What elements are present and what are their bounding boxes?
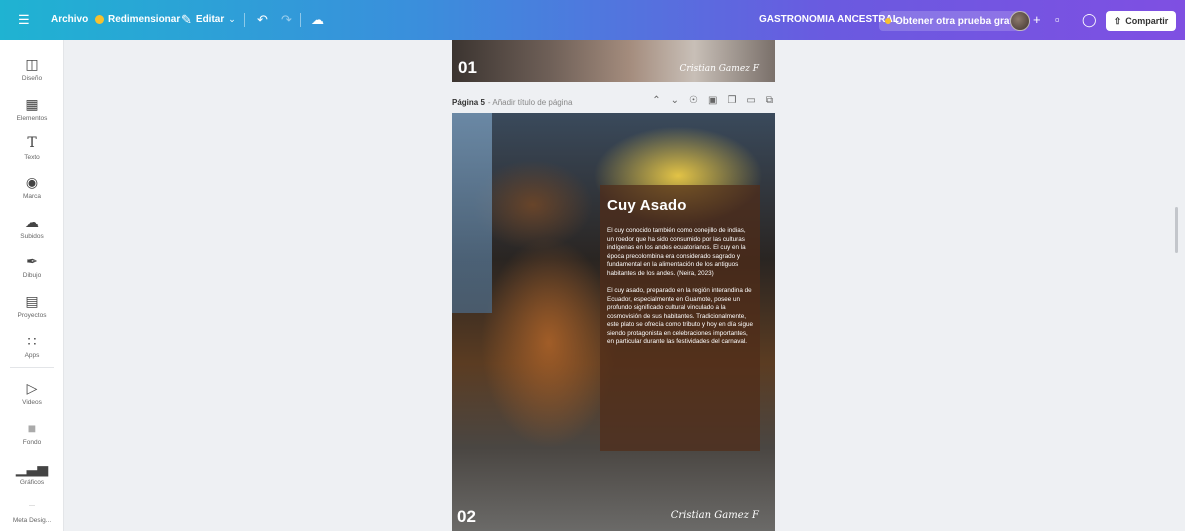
- top-toolbar: ☰ Archivo Redimensionar ✎ Editar ⌄ ↶ ↷ ☁…: [0, 0, 1185, 40]
- sidebar-item-proyectos[interactable]: ▤ Proyectos: [0, 293, 64, 319]
- sidebar-item-apps[interactable]: ∷ Apps: [0, 333, 64, 359]
- card-title[interactable]: Cuy Asado: [607, 197, 753, 214]
- sidebar-item-subidos[interactable]: ☁ Subidos: [0, 214, 64, 240]
- add-collaborator-icon[interactable]: +: [1033, 13, 1041, 26]
- text-card[interactable]: Cuy Asado El cuy conocido también como c…: [600, 185, 760, 451]
- page-number: 02: [457, 507, 476, 526]
- sidebar-item-texto[interactable]: T Texto: [0, 135, 64, 161]
- sidebar-item-label: Marca: [22, 193, 42, 200]
- resize-button[interactable]: Redimensionar: [95, 14, 180, 25]
- undo-icon[interactable]: ↶: [257, 13, 268, 26]
- add-page-icon[interactable]: ⧉: [766, 95, 773, 106]
- hide-eye-icon[interactable]: ☉: [689, 95, 698, 106]
- layout-icon: ◫: [25, 56, 39, 72]
- comment-icon[interactable]: ◯: [1082, 13, 1097, 26]
- toolbar-divider: [244, 13, 245, 27]
- duplicate-icon[interactable]: ❐: [727, 95, 736, 106]
- cloud-save-icon[interactable]: ☁: [311, 13, 324, 26]
- resize-label: Redimensionar: [108, 14, 181, 25]
- project-title[interactable]: GASTRONOMIA ANCESTRAL: [759, 14, 899, 25]
- signature: Cristian Gamez F: [670, 510, 759, 521]
- move-down-icon[interactable]: ⌄: [671, 95, 679, 106]
- share-icon: ⇧: [1113, 15, 1122, 26]
- brand-icon: ◉: [25, 174, 39, 190]
- sidebar-item-label: Gráficos: [19, 479, 45, 486]
- folder-icon: ▤: [25, 293, 39, 309]
- vertical-scrollbar[interactable]: [1175, 207, 1178, 253]
- signature: Cristian Gamez F: [679, 64, 759, 74]
- add-page-title-input[interactable]: - Añadir título de página: [488, 98, 573, 107]
- sidebar-item-label: Diseño: [21, 75, 43, 82]
- crown-icon: [885, 18, 891, 24]
- sidebar-item-fondo[interactable]: ■ Fondo: [0, 420, 64, 446]
- edit-menu-button[interactable]: ✎ Editar ⌄: [181, 13, 236, 26]
- page-number: 01: [458, 58, 477, 77]
- app-icon: —: [29, 503, 35, 509]
- page-label: Página 5: [452, 97, 485, 107]
- previous-page-canvas[interactable]: 01 Cristian Gamez F: [452, 40, 775, 82]
- text-icon: T: [27, 135, 37, 151]
- sidebar-item-label: Dibujo: [22, 272, 42, 279]
- sidebar-item-label: Subidos: [20, 233, 44, 240]
- sidebar-item-label: Texto: [24, 154, 40, 161]
- sidebar-item-graficos[interactable]: ▁▃▅ Gráficos: [0, 460, 64, 486]
- toolbar-divider: [300, 13, 301, 27]
- hamburger-menu-icon[interactable]: ☰: [18, 13, 30, 26]
- background-icon: ■: [27, 420, 37, 436]
- page-canvas[interactable]: Cuy Asado El cuy conocido también como c…: [452, 113, 775, 531]
- page-header: Página 5 - Añadir título de página ⌃ ⌄ ☉…: [452, 94, 775, 110]
- move-up-icon[interactable]: ⌃: [652, 95, 660, 106]
- share-button[interactable]: ⇧ Compartir: [1106, 11, 1176, 31]
- sidebar-item-label: Fondo: [22, 439, 42, 446]
- apps-icon: ∷: [27, 333, 37, 349]
- page-tools: ⌃ ⌄ ☉ ▣ ❐ ▭ ⧉: [652, 95, 773, 106]
- sidebar-item-meta-design[interactable]: — Meta Desig...: [0, 498, 64, 524]
- sidebar-divider: [10, 367, 54, 368]
- sidebar-item-label: Apps: [24, 352, 40, 359]
- sidebar-item-label: Meta Desig...: [12, 517, 52, 524]
- sidebar-item-label: Proyectos: [17, 312, 47, 319]
- sidebar-item-diseno[interactable]: ◫ Diseño: [0, 56, 64, 82]
- try-free-button[interactable]: Obtener otra prueba gratis: [879, 11, 1028, 31]
- crown-icon: [95, 15, 104, 24]
- card-paragraph-1[interactable]: El cuy conocido también como conejillo d…: [607, 227, 753, 278]
- pen-icon: ✒: [26, 253, 38, 269]
- pencil-icon: ✎: [181, 12, 192, 27]
- upload-cloud-icon: ☁: [25, 214, 39, 230]
- lock-icon[interactable]: ▣: [708, 95, 717, 106]
- chart-icon: ▁▃▅: [15, 460, 49, 476]
- share-label: Compartir: [1125, 16, 1169, 26]
- sidebar-item-label: Videos: [22, 399, 42, 406]
- edit-label: Editar: [195, 14, 225, 25]
- sidebar-item-marca[interactable]: ◉ Marca: [0, 174, 64, 200]
- sidebar-item-dibujo[interactable]: ✒ Dibujo: [0, 253, 64, 279]
- avatar[interactable]: [1010, 11, 1030, 31]
- sidebar-item-elementos[interactable]: ▦ Elementos: [0, 96, 64, 122]
- redo-icon[interactable]: ↷: [281, 13, 292, 26]
- sidebar-item-label: Elementos: [16, 115, 48, 122]
- sidebar-item-videos[interactable]: ▷ Videos: [0, 380, 64, 406]
- left-sidebar: ◫ Diseño ▦ Elementos T Texto ◉ Marca ☁ S…: [0, 40, 64, 531]
- card-paragraph-2[interactable]: El cuy asado, preparado en la región int…: [607, 287, 753, 347]
- background-photo-detail: [452, 113, 492, 313]
- shapes-icon: ▦: [25, 96, 39, 112]
- video-icon: ▷: [26, 380, 38, 396]
- delete-icon[interactable]: ▭: [746, 95, 755, 106]
- insights-chart-icon[interactable]: ▫: [1055, 13, 1060, 26]
- file-menu-button[interactable]: Archivo: [51, 14, 88, 25]
- chevron-down-icon: ⌄: [228, 14, 236, 24]
- try-free-label: Obtener otra prueba gratis: [895, 15, 1022, 27]
